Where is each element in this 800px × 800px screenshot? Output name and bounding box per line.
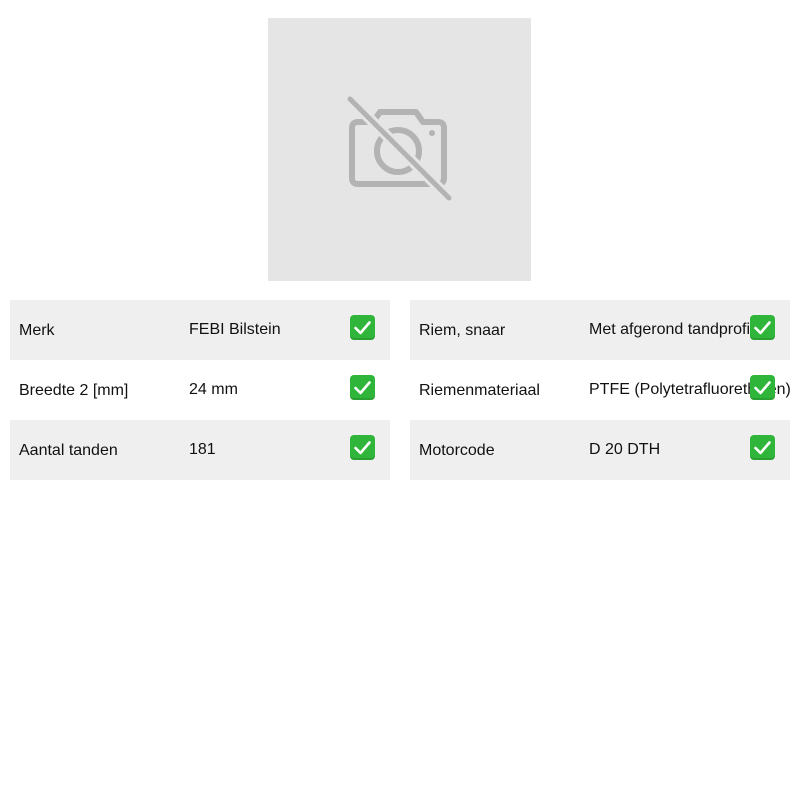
spec-value: D 20 DTH xyxy=(589,441,661,458)
spec-value: Met afgerond tandprofiel xyxy=(589,321,763,338)
check-icon xyxy=(350,375,375,400)
spec-row: Motorcode D 20 DTH xyxy=(410,420,790,480)
spec-label: Riemenmateriaal xyxy=(419,382,540,399)
spec-table-right: Riem, snaar Met afgerond tandprofiel Rie… xyxy=(410,300,790,480)
product-image-placeholder xyxy=(268,18,531,281)
check-icon xyxy=(750,315,775,340)
product-spec-page: Merk FEBI Bilstein Breedte 2 [mm] 24 mm … xyxy=(0,0,800,800)
spec-value: FEBI Bilstein xyxy=(189,321,281,338)
spec-row: Riem, snaar Met afgerond tandprofiel xyxy=(410,300,790,360)
spec-value: 181 xyxy=(189,441,216,458)
check-icon xyxy=(350,435,375,460)
spec-label: Merk xyxy=(19,322,55,339)
check-icon xyxy=(350,315,375,340)
spec-label: Motorcode xyxy=(419,442,495,459)
check-icon xyxy=(750,375,775,400)
spec-label: Aantal tanden xyxy=(19,442,118,459)
spec-row: Riemenmateriaal PTFE (Polytetrafluorethy… xyxy=(410,360,790,420)
no-photo-icon xyxy=(345,95,454,204)
check-icon xyxy=(750,435,775,460)
spec-table-left: Merk FEBI Bilstein Breedte 2 [mm] 24 mm … xyxy=(10,300,390,480)
spec-row: Aantal tanden 181 xyxy=(10,420,390,480)
spec-row: Breedte 2 [mm] 24 mm xyxy=(10,360,390,420)
spec-value: 24 mm xyxy=(189,381,238,398)
spec-label: Riem, snaar xyxy=(419,322,506,339)
spec-label: Breedte 2 [mm] xyxy=(19,382,129,399)
spec-row: Merk FEBI Bilstein xyxy=(10,300,390,360)
